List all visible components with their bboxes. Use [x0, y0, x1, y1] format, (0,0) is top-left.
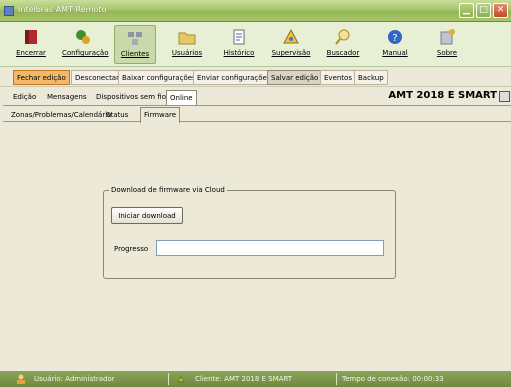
device-icon[interactable] — [499, 91, 510, 102]
progress-label: Progresso — [114, 245, 149, 253]
online-tabs: Zonas/Problemas/Calendário Status Firmwa… — [3, 107, 511, 123]
backup-button[interactable]: Backup — [354, 70, 388, 85]
toolbar-label: Buscador — [326, 49, 360, 57]
maximize-icon: □ — [479, 5, 488, 15]
device-title: AMT 2018 E SMART — [388, 90, 497, 101]
action-bar: Fechar edição Desconectar Baixar configu… — [0, 68, 511, 87]
help-icon: ? — [388, 30, 402, 44]
toolbar-configuracao-button[interactable]: Configuração — [62, 25, 109, 64]
toolbar-supervisao-button[interactable]: Supervisão — [270, 25, 312, 64]
toolbar-label: Histórico — [223, 49, 255, 57]
status-client: Cliente: AMT 2018 E SMART — [195, 375, 293, 383]
tab-dispositivos[interactable]: Dispositivos sem fio — [96, 93, 166, 101]
close-edit-button[interactable]: Fechar edição — [13, 70, 70, 85]
toolbar-manual-button[interactable]: ? Manual — [374, 25, 416, 64]
toolbar-historico-button[interactable]: Histórico — [218, 25, 260, 64]
tab-firmware[interactable]: Firmware — [140, 107, 181, 123]
toolbar-label: Manual — [382, 49, 408, 57]
clients-icon — [128, 32, 142, 45]
window-title: Intelbras AMT Remoto — [18, 5, 107, 14]
upload-config-button[interactable]: Enviar configurações — [193, 70, 275, 85]
title-bar: Intelbras AMT Remoto ▁ □ ✕ — [0, 0, 511, 22]
edit-tabs: Edição Mensagens Dispositivos sem fio On… — [0, 89, 511, 105]
configuration-icon — [76, 30, 90, 44]
toolbar-clientes-button[interactable]: Clientes — [114, 25, 156, 64]
toolbar-usuarios-button[interactable]: Usuários — [166, 25, 208, 64]
save-edit-button[interactable]: Salvar edição — [267, 70, 323, 85]
status-user: Usuário: Administrador — [34, 375, 115, 383]
user-icon — [17, 374, 25, 384]
progress-bar — [156, 240, 384, 256]
status-separator — [168, 373, 169, 385]
app-icon — [4, 6, 14, 16]
status-bar: Usuário: Administrador Cliente: AMT 2018… — [0, 371, 511, 387]
tab-edicao[interactable]: Edição — [13, 93, 36, 101]
history-icon — [233, 29, 245, 45]
maximize-button[interactable]: □ — [476, 3, 491, 18]
firmware-group-title: Download de firmware via Cloud — [109, 186, 227, 194]
supervision-icon — [283, 28, 299, 44]
search-icon — [335, 29, 350, 45]
toolbar-encerrar-button[interactable]: Encerrar — [10, 25, 52, 64]
toolbar-label: Supervisão — [271, 49, 311, 57]
disconnect-button[interactable]: Desconectar — [71, 70, 123, 85]
tab-zonas[interactable]: Zonas/Problemas/Calendário — [11, 111, 111, 119]
status-connection-time: Tempo de conexão: 00:00:33 — [342, 375, 444, 383]
client-icon — [177, 375, 185, 383]
about-icon — [440, 29, 455, 45]
status-separator — [336, 373, 337, 385]
firmware-groupbox: Download de firmware via Cloud Iniciar d… — [103, 186, 396, 279]
main-toolbar: Encerrar Configuração Clientes Usuários … — [0, 22, 511, 67]
toolbar-label: Configuração — [62, 49, 109, 57]
minimize-icon: ▁ — [463, 5, 470, 15]
events-button[interactable]: Eventos — [320, 70, 356, 85]
tab-online[interactable]: Online — [166, 90, 197, 105]
users-folder-icon — [178, 32, 196, 45]
toolbar-label: Usuários — [171, 49, 203, 57]
toolbar-label: Clientes — [120, 50, 150, 58]
close-icon: ✕ — [496, 5, 505, 15]
tab-status[interactable]: Status — [106, 111, 128, 119]
main-panel: Zonas/Problemas/Calendário Status Firmwa… — [3, 105, 511, 369]
book-icon — [25, 30, 37, 44]
toolbar-sobre-button[interactable]: Sobre — [426, 25, 468, 64]
toolbar-label: Sobre — [436, 49, 458, 57]
download-config-button[interactable]: Baixar configurações — [118, 70, 200, 85]
svg-text:?: ? — [392, 33, 397, 44]
minimize-button[interactable]: ▁ — [459, 3, 474, 18]
tab-mensagens[interactable]: Mensagens — [47, 93, 87, 101]
toolbar-label: Encerrar — [16, 49, 46, 57]
toolbar-buscador-button[interactable]: Buscador — [322, 25, 364, 64]
start-download-button[interactable]: Iniciar download — [111, 207, 183, 224]
close-button[interactable]: ✕ — [493, 3, 508, 18]
